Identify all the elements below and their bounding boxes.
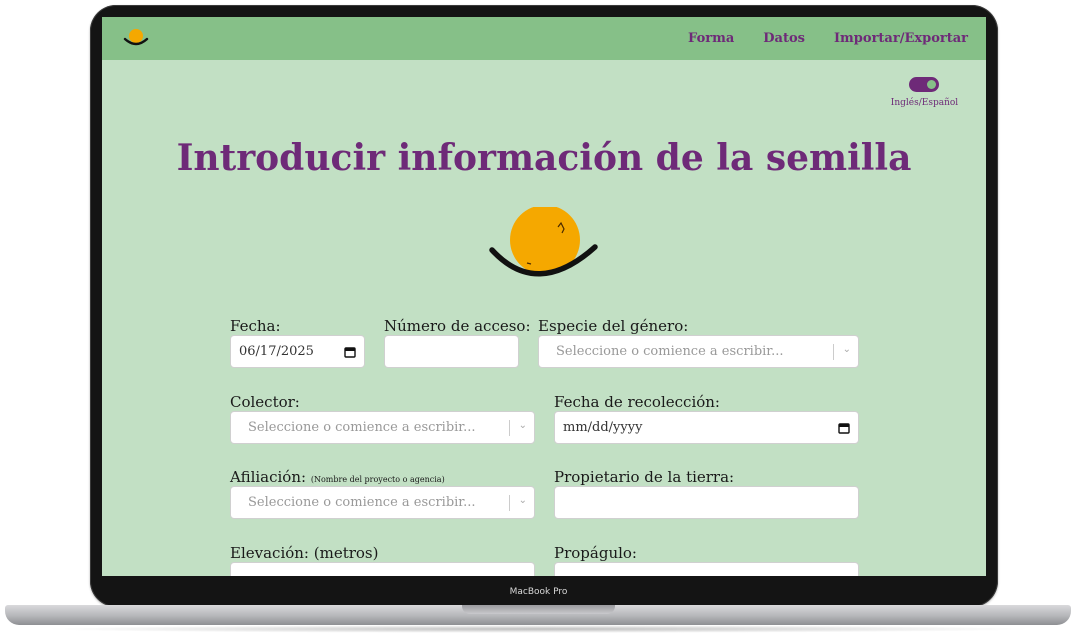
colector-placeholder: Seleccione o comience a escribir... (248, 420, 476, 435)
propietario-label: Propietario de la tierra: (554, 468, 735, 486)
fecha-value: 06/17/2025 (239, 344, 314, 359)
nav-link-importar-exportar[interactable]: Importar/Exportar (834, 31, 968, 46)
page-title: Introducir información de la semilla (176, 137, 912, 179)
especie-select[interactable]: Seleccione o comience a escribir... ⌄ (538, 335, 859, 368)
colector-label: Colector: (230, 393, 300, 411)
app-screen: Forma Datos Importar/Exportar Inglés/Esp… (102, 17, 986, 576)
numero-acceso-input[interactable] (384, 335, 519, 368)
propagulo-select[interactable] (554, 562, 859, 576)
calendar-icon[interactable] (838, 422, 850, 434)
fecha-label: Fecha: (230, 317, 281, 335)
navbar: Forma Datos Importar/Exportar (102, 17, 986, 60)
chevron-down-icon[interactable]: ⌄ (519, 420, 527, 431)
propagulo-label: Propágulo: (554, 544, 637, 562)
laptop-shadow (40, 625, 1036, 633)
chevron-down-icon[interactable]: ⌄ (843, 344, 851, 355)
fecha-recoleccion-input[interactable]: mm/dd/yyyy (554, 411, 859, 444)
especie-label: Especie del género: (538, 317, 689, 335)
fecha-recoleccion-label: Fecha de recolección: (554, 393, 720, 411)
laptop-notch (462, 605, 615, 614)
fecha-recoleccion-value: mm/dd/yyyy (563, 420, 643, 435)
language-toggle-label: Inglés/Español (890, 98, 959, 108)
afiliacion-placeholder: Seleccione o comience a escribir... (248, 495, 476, 510)
afiliacion-note: (Nombre del proyecto o agencia) (310, 475, 445, 484)
toggle-knob (927, 80, 936, 89)
seed-logo-icon (489, 207, 598, 277)
language-toggle[interactable] (909, 77, 939, 92)
colector-select[interactable]: Seleccione o comience a escribir... ⌄ (230, 411, 535, 444)
nav-links: Forma Datos Importar/Exportar (688, 17, 968, 60)
calendar-icon[interactable] (344, 346, 356, 358)
fecha-input[interactable]: 06/17/2025 (230, 335, 365, 368)
nav-link-datos[interactable]: Datos (763, 31, 805, 46)
nav-link-forma[interactable]: Forma (688, 31, 734, 46)
afiliacion-select[interactable]: Seleccione o comience a escribir... ⌄ (230, 486, 535, 519)
numero-acceso-label: Número de acceso: (384, 317, 531, 335)
elevacion-select[interactable] (230, 562, 535, 576)
seed-logo-icon[interactable] (122, 27, 150, 49)
elevacion-label: Elevación: (metros) (230, 544, 379, 562)
device-label: MacBook Pro (509, 587, 568, 597)
afiliacion-label: Afiliación: (Nombre del proyecto o agenc… (230, 468, 445, 486)
propietario-input[interactable] (554, 486, 859, 519)
chevron-down-icon[interactable]: ⌄ (519, 495, 527, 506)
especie-placeholder: Seleccione o comience a escribir... (556, 344, 784, 359)
